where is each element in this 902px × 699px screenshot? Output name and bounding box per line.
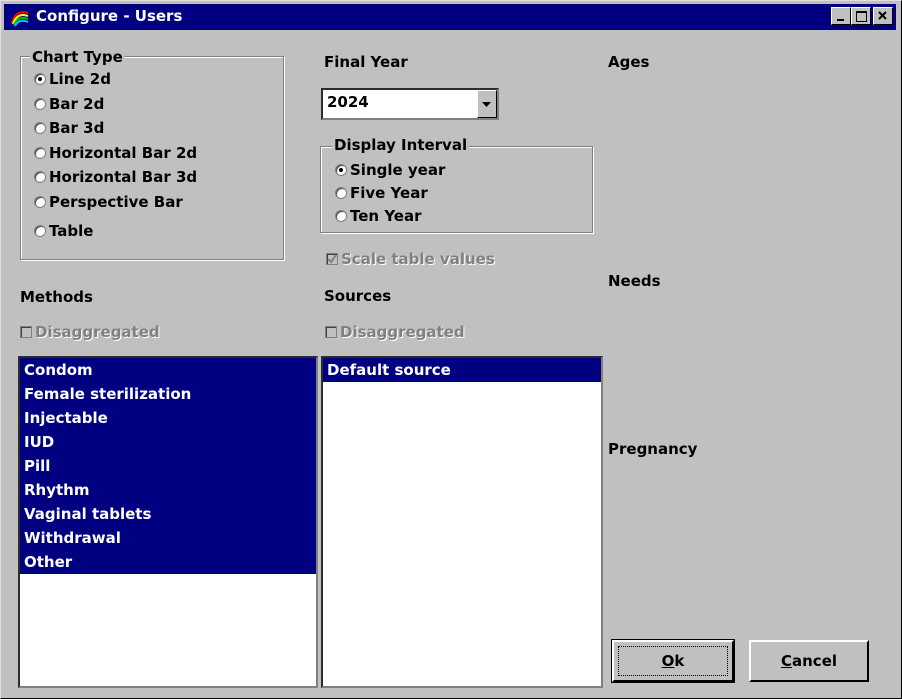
list-item[interactable]: Pill (20, 454, 316, 478)
chart-type-legend: Chart Type (30, 48, 125, 66)
window-title: Configure - Users (36, 7, 183, 25)
chevron-down-icon (482, 102, 491, 107)
radio-button[interactable] (34, 225, 46, 237)
radio-button[interactable] (335, 187, 347, 199)
methods-disaggregated-checkbox[interactable]: Disaggregated (20, 322, 160, 342)
list-item[interactable]: Other (20, 550, 316, 574)
list-item[interactable]: Rhythm (20, 478, 316, 502)
list-item[interactable]: Default source (323, 358, 601, 382)
sources-disaggregated-label: Disaggregated (340, 323, 465, 341)
checkbox-box (20, 326, 32, 338)
sources-label: Sources (324, 287, 392, 305)
list-item[interactable]: Condom (20, 358, 316, 382)
list-item[interactable]: Injectable (20, 406, 316, 430)
app-rainbow-icon (11, 11, 29, 27)
close-icon (878, 11, 887, 20)
checkbox-box (326, 253, 338, 265)
display-interval-option-label: Five Year (350, 184, 428, 202)
methods-disaggregated-label: Disaggregated (35, 323, 160, 341)
radio-button[interactable] (34, 147, 46, 159)
final-year-value: 2024 (327, 93, 369, 111)
chart-type-option-label: Line 2d (49, 70, 111, 88)
chart-type-option-3[interactable]: Horizontal Bar 2d (34, 143, 197, 163)
display-interval-option-label: Single year (350, 161, 446, 179)
list-item[interactable]: Withdrawal (20, 526, 316, 550)
sources-list[interactable]: Default source (321, 356, 603, 688)
focus-rect (618, 646, 728, 676)
methods-list[interactable]: Condom Female sterilization Injectable IUD P… (18, 356, 318, 688)
display-interval-option-2[interactable]: Ten Year (335, 206, 422, 226)
dropdown-button[interactable] (477, 90, 497, 118)
maximize-button[interactable] (851, 7, 871, 25)
list-item[interactable]: Vaginal tablets (20, 502, 316, 526)
configure-window: Configure - Users Chart Type Line 2d Bar … (0, 0, 902, 699)
checkbox-box (325, 326, 337, 338)
chart-type-option-0[interactable]: Line 2d (34, 69, 111, 89)
chart-type-option-2[interactable]: Bar 3d (34, 118, 104, 138)
cancel-button[interactable]: Cancel (749, 640, 869, 682)
scale-table-values-label: Scale table values (341, 250, 495, 268)
radio-button[interactable] (34, 73, 46, 85)
final-year-label: Final Year (324, 53, 408, 71)
title-bar[interactable]: Configure - Users (4, 4, 896, 30)
chart-type-option-6[interactable]: Table (34, 221, 93, 241)
chart-type-option-label: Bar 2d (49, 95, 105, 113)
display-interval-legend: Display Interval (332, 136, 470, 154)
radio-button[interactable] (34, 196, 46, 208)
radio-button[interactable] (335, 164, 347, 176)
minimize-icon (837, 19, 844, 21)
chart-type-option-5[interactable]: Perspective Bar (34, 192, 183, 212)
scale-table-values-checkbox[interactable]: Scale table values (326, 249, 495, 269)
chart-type-option-1[interactable]: Bar 2d (34, 94, 104, 114)
cancel-button-label: Cancel (780, 652, 838, 670)
ages-label: Ages (608, 53, 650, 71)
final-year-select[interactable]: 2024 (321, 88, 499, 120)
ok-button[interactable]: Ok (611, 639, 735, 683)
chart-type-option-label: Horizontal Bar 2d (49, 144, 198, 162)
display-interval-option-0[interactable]: Single year (335, 160, 445, 180)
close-button[interactable] (873, 7, 893, 25)
minimize-button[interactable] (831, 7, 851, 25)
pregnancy-label: Pregnancy (608, 440, 698, 458)
chart-type-option-label: Horizontal Bar 3d (49, 168, 198, 186)
chart-type-option-label: Bar 3d (49, 119, 105, 137)
maximize-icon (856, 11, 867, 22)
radio-button[interactable] (34, 98, 46, 110)
list-item[interactable]: IUD (20, 430, 316, 454)
radio-button[interactable] (34, 122, 46, 134)
display-interval-option-1[interactable]: Five Year (335, 183, 428, 203)
check-mark-icon (327, 254, 337, 264)
sources-disaggregated-checkbox[interactable]: Disaggregated (325, 322, 465, 342)
radio-button[interactable] (34, 171, 46, 183)
display-interval-option-label: Ten Year (350, 207, 422, 225)
list-item[interactable]: Female sterilization (20, 382, 316, 406)
chart-type-option-label: Table (49, 222, 94, 240)
methods-label: Methods (20, 288, 93, 306)
radio-button[interactable] (335, 210, 347, 222)
needs-label: Needs (608, 272, 661, 290)
chart-type-option-label: Perspective Bar (49, 193, 183, 211)
chart-type-option-4[interactable]: Horizontal Bar 3d (34, 167, 197, 187)
